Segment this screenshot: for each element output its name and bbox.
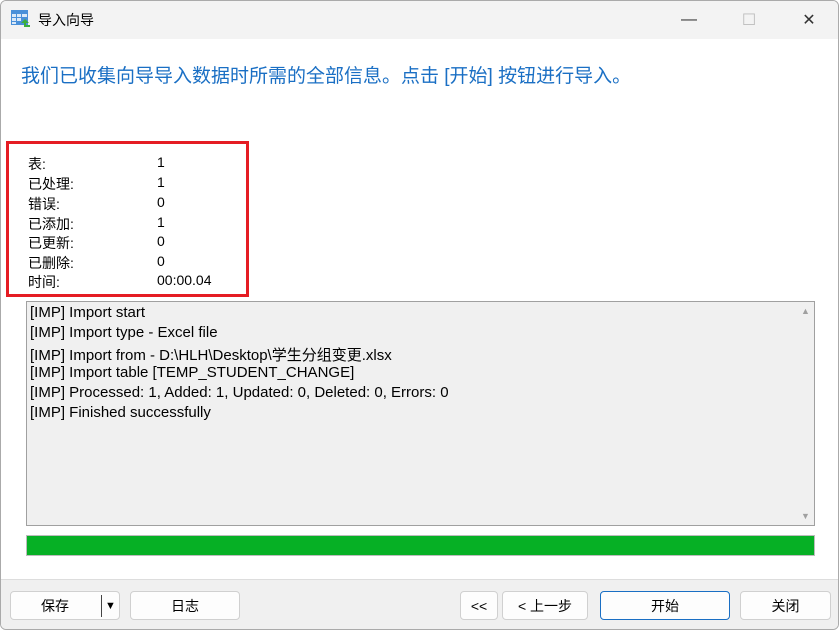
log-button[interactable]: 日志: [130, 591, 240, 620]
log-scrollbar[interactable]: ▲ ▼: [797, 302, 814, 525]
scroll-down-icon[interactable]: ▼: [801, 511, 810, 521]
title-bar: 导入向导 — ☐ ✕: [1, 1, 838, 39]
stat-value: 00:00.04: [157, 272, 212, 288]
minimize-button[interactable]: —: [666, 1, 712, 39]
log-line: [IMP] Processed: 1, Added: 1, Updated: 0…: [30, 384, 449, 401]
previous-step-button[interactable]: < 上一步: [502, 591, 588, 620]
stat-row: 已添加: 1: [28, 214, 165, 234]
maximize-button[interactable]: ☐: [726, 1, 772, 39]
stat-row: 时间: 00:00.04: [28, 272, 212, 292]
stat-value: 0: [157, 253, 165, 269]
log-line: [IMP] Import type - Excel file: [30, 324, 218, 341]
import-summary: 表: 1 已处理: 1 错误: 0 已添加: 1 已更新: 0 已删除: 0 时间: 00:0…: [6, 141, 249, 297]
start-button[interactable]: 开始: [600, 591, 730, 620]
stat-label: 已处理:: [28, 176, 74, 192]
stat-label: 时间:: [28, 274, 60, 290]
stat-row: 已处理: 1: [28, 174, 165, 194]
stat-row: 已删除: 0: [28, 253, 165, 273]
wizard-instruction: 我们已收集向导导入数据时所需的全部信息。点击 [开始] 按钮进行导入。: [21, 66, 632, 87]
stat-value: 1: [157, 154, 165, 170]
close-button[interactable]: 关闭: [740, 591, 831, 620]
close-window-button[interactable]: ✕: [786, 1, 832, 39]
dropdown-arrow-icon[interactable]: ▼: [105, 600, 116, 612]
import-progress-bar: [26, 535, 815, 556]
first-step-button[interactable]: <<: [460, 591, 498, 620]
save-button[interactable]: 保存 ▼: [10, 591, 120, 620]
stat-row: 已更新: 0: [28, 233, 165, 253]
stat-value: 1: [157, 214, 165, 230]
stat-row: 表: 1: [28, 154, 165, 174]
scroll-up-icon[interactable]: ▲: [801, 306, 810, 316]
table-import-icon: [11, 10, 30, 27]
split-divider: [101, 595, 102, 617]
log-line: [IMP] Import from - D:\HLH\Desktop\学生分组变…: [30, 347, 392, 364]
stat-value: 0: [157, 233, 165, 249]
stat-label: 错误:: [28, 196, 60, 212]
stat-label: 已更新:: [28, 235, 74, 251]
stat-row: 错误: 0: [28, 194, 165, 214]
log-line: [IMP] Import table [TEMP_STUDENT_CHANGE]: [30, 364, 355, 381]
stat-label: 表:: [28, 156, 46, 172]
log-line: [IMP] Finished successfully: [30, 404, 211, 421]
import-log[interactable]: [IMP] Import start [IMP] Import type - E…: [26, 301, 815, 526]
stat-label: 已添加:: [28, 216, 74, 232]
import-wizard-window: 导入向导 — ☐ ✕ 我们已收集向导导入数据时所需的全部信息。点击 [开始] 按…: [0, 0, 839, 630]
log-line: [IMP] Import start: [30, 304, 146, 321]
stat-label: 已删除:: [28, 255, 74, 271]
window-title: 导入向导: [38, 12, 94, 28]
button-bar: 保存 ▼ 日志 << < 上一步 开始 关闭: [1, 579, 838, 629]
stat-value: 1: [157, 174, 165, 190]
save-label: 保存: [41, 597, 69, 614]
stat-value: 0: [157, 194, 165, 210]
progress-fill: [27, 536, 814, 555]
